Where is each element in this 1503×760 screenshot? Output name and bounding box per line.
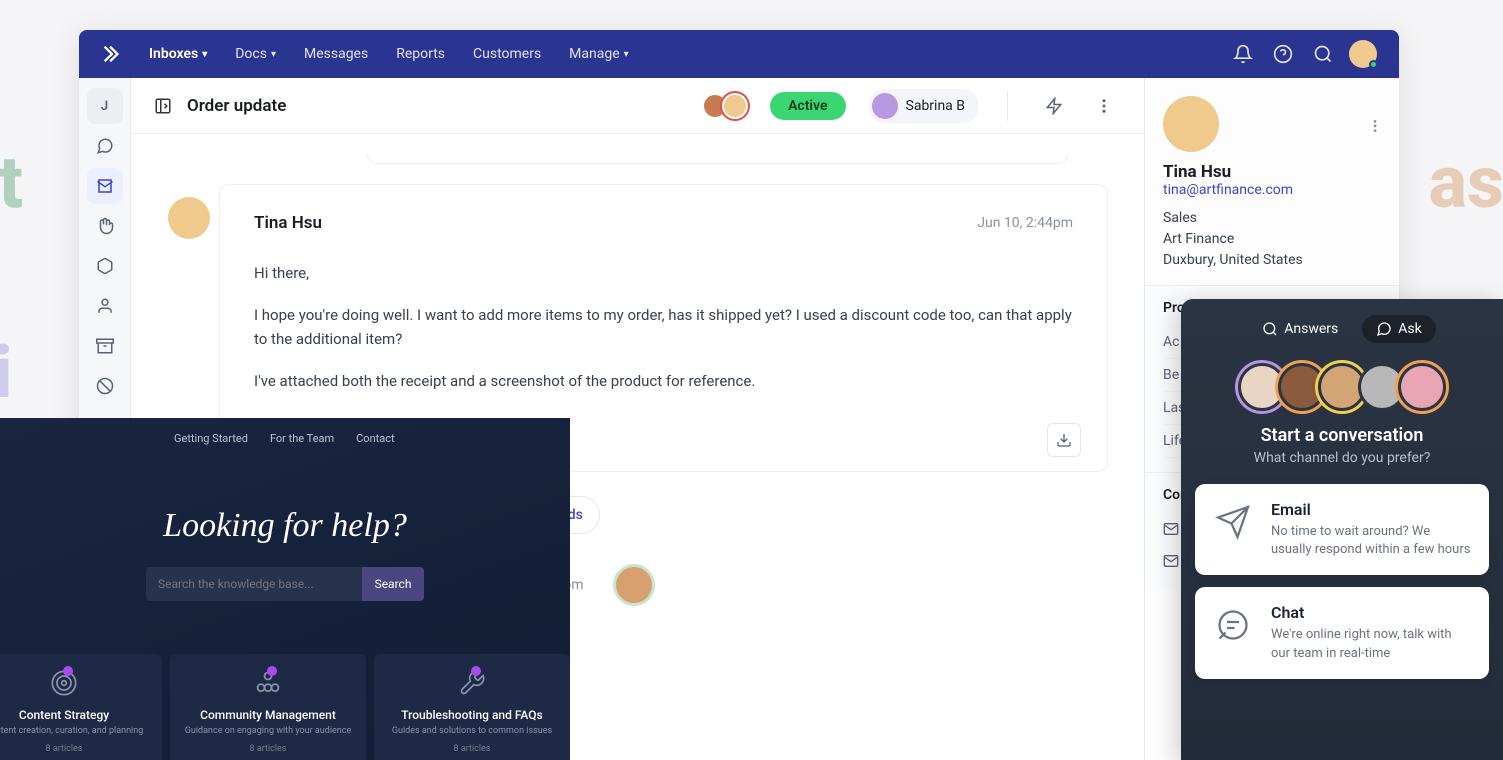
conversation-title: Order update	[187, 96, 286, 116]
widget-tab-answers[interactable]: Answers	[1248, 315, 1352, 343]
status-pill[interactable]: Active	[770, 92, 845, 120]
envelope-icon	[1163, 553, 1179, 569]
chat-bubbles-icon	[1211, 603, 1255, 647]
message-avatar	[168, 197, 210, 239]
participant-avatars[interactable]	[708, 93, 748, 119]
profile-email[interactable]: tina@artfinance.com	[1163, 182, 1381, 198]
help-icon[interactable]	[1265, 36, 1301, 72]
user-avatar[interactable]	[1345, 36, 1381, 72]
search-icon	[1262, 321, 1278, 337]
top-nav: Inboxes▾ Docs▾ Messages Reports Customer…	[79, 30, 1399, 78]
message-timestamp: Jun 10, 2:44pm	[977, 215, 1073, 231]
help-search-input[interactable]	[146, 567, 362, 601]
profile-location: Duxbury, United States	[1163, 250, 1381, 271]
rail-workspace[interactable]: J	[87, 88, 123, 124]
customer-profile: Tina Hsu tina@artfinance.com Sales Art F…	[1145, 78, 1399, 285]
nav-manage[interactable]: Manage▾	[557, 30, 641, 78]
envelope-icon	[1163, 521, 1179, 537]
widget-title: Start a conversation	[1181, 425, 1503, 446]
bell-icon[interactable]	[1225, 36, 1261, 72]
nav-docs[interactable]: Docs▾	[223, 30, 288, 78]
nav-messages[interactable]: Messages	[292, 30, 380, 78]
reply-avatar	[613, 564, 655, 606]
rail-block-icon[interactable]	[87, 368, 123, 404]
rail-hand-icon[interactable]	[87, 208, 123, 244]
message-body: Hi there, I hope you're doing well. I wa…	[254, 261, 1073, 393]
search-icon[interactable]	[1305, 36, 1341, 72]
channel-email-card[interactable]: EmailNo time to wait around? We usually …	[1195, 484, 1489, 575]
widget-tab-ask[interactable]: Ask	[1362, 315, 1435, 343]
people-icon	[253, 668, 283, 698]
assignee-name: Sabrina B	[906, 98, 965, 114]
rail-person-icon[interactable]	[87, 288, 123, 324]
download-icon[interactable]	[1047, 423, 1081, 457]
profile-more-icon[interactable]	[1367, 118, 1383, 138]
conversation-header: Order update Active Sabrina B	[131, 78, 1144, 134]
help-card[interactable]: Troubleshooting and FAQsGuides and solut…	[374, 654, 570, 760]
profile-role: Sales	[1163, 208, 1381, 229]
collapse-sidebar-icon[interactable]	[153, 96, 173, 116]
nav-inboxes[interactable]: Inboxes▾	[137, 30, 219, 78]
chevron-down-icon: ▾	[271, 49, 276, 60]
rail-chat-icon[interactable]	[87, 128, 123, 164]
rail-inbox-icon[interactable]	[87, 168, 123, 204]
help-nav-item[interactable]: Contact	[356, 432, 394, 445]
messaging-widget: Answers Ask Start a conversation What ch…	[1181, 299, 1503, 760]
rail-archive-icon[interactable]	[87, 328, 123, 364]
nav-customers[interactable]: Customers	[461, 30, 553, 78]
help-card[interactable]: Content StrategyContent creation, curati…	[0, 654, 162, 760]
channel-chat-card[interactable]: ChatWe're online right now, talk with ou…	[1195, 587, 1489, 678]
chevron-down-icon: ▾	[624, 49, 629, 60]
paper-plane-icon	[1211, 500, 1255, 544]
help-title: Looking for help?	[0, 507, 570, 545]
team-avatars	[1181, 363, 1503, 411]
help-search-button[interactable]: Search	[362, 567, 424, 601]
bolt-icon[interactable]	[1036, 88, 1072, 124]
profile-name: Tina Hsu	[1163, 162, 1381, 182]
help-nav-item[interactable]: For the Team	[270, 432, 334, 445]
message-sender: Tina Hsu	[254, 213, 322, 233]
help-center-overlay: Getting Started For the Team Contact Loo…	[0, 418, 570, 760]
help-card[interactable]: Community ManagementGuidance on engaging…	[170, 654, 366, 760]
help-nav-item[interactable]: Getting Started	[174, 432, 248, 445]
rail-chart-icon[interactable]	[87, 248, 123, 284]
chevron-down-icon: ▾	[202, 49, 207, 60]
help-nav: Getting Started For the Team Contact	[0, 418, 570, 445]
profile-company: Art Finance	[1163, 229, 1381, 250]
logo[interactable]	[97, 40, 125, 68]
wrench-icon	[457, 668, 487, 698]
more-vertical-icon[interactable]	[1086, 88, 1122, 124]
chat-icon	[1376, 321, 1392, 337]
profile-avatar	[1163, 96, 1219, 152]
target-icon	[49, 668, 79, 698]
nav-reports[interactable]: Reports	[384, 30, 457, 78]
widget-subtitle: What channel do you prefer?	[1181, 450, 1503, 466]
prev-message-fragment	[367, 154, 1068, 164]
assignee-pill[interactable]: Sabrina B	[868, 89, 979, 123]
